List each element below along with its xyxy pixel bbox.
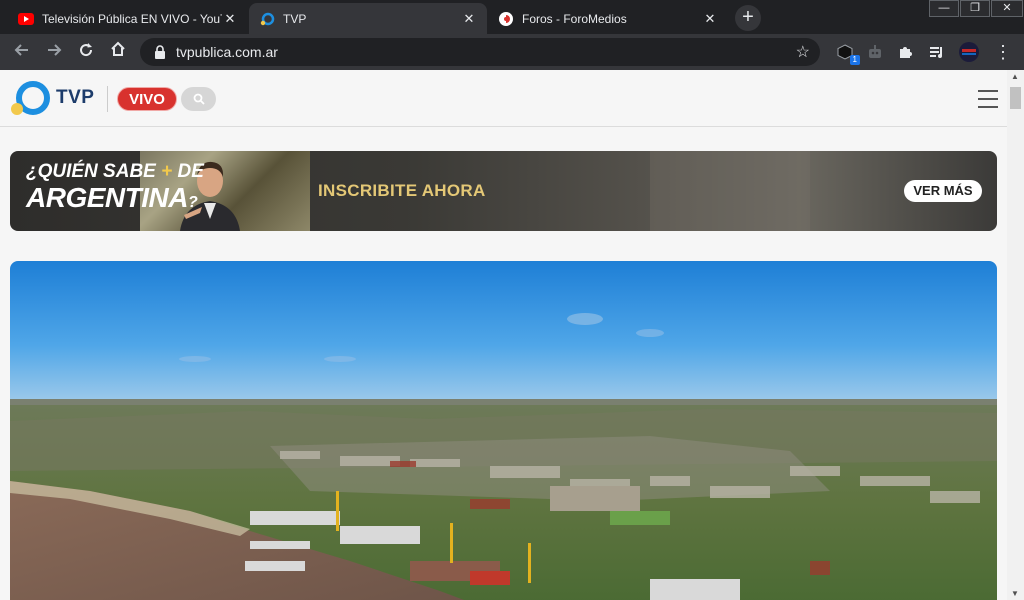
menu-kebab-icon[interactable]: ⋮ bbox=[992, 41, 1014, 63]
window-controls: — ❐ ✕ bbox=[928, 0, 1023, 18]
foromedios-icon bbox=[498, 11, 514, 27]
tab-title: Televisión Pública EN VIVO - YouTube bbox=[42, 11, 222, 26]
scroll-down-arrow-icon[interactable]: ▼ bbox=[1011, 589, 1019, 598]
banner-title-line2: ARGENTINA bbox=[26, 182, 188, 213]
tvp-icon bbox=[259, 11, 275, 27]
banner-plus: + bbox=[161, 161, 173, 182]
new-tab-button[interactable]: + bbox=[735, 5, 761, 31]
extension-robot-icon[interactable] bbox=[864, 41, 886, 63]
media-queue-icon[interactable] bbox=[926, 41, 948, 63]
logo-text: TVP bbox=[56, 87, 95, 108]
hero-image[interactable] bbox=[10, 261, 997, 600]
close-tab-icon[interactable]: ✕ bbox=[461, 11, 477, 27]
browser-toolbar: tvpublica.com.ar ☆ 1 ⋮ bbox=[0, 34, 1024, 70]
ver-mas-button[interactable]: VER MÁS bbox=[904, 180, 982, 202]
lock-icon bbox=[155, 45, 165, 59]
forward-button[interactable] bbox=[42, 40, 66, 64]
site-header: TVP VIVO bbox=[0, 70, 1007, 127]
tab-strip: Televisión Pública EN VIVO - YouTube ✕ T… bbox=[0, 0, 1024, 34]
back-button[interactable] bbox=[10, 40, 34, 64]
close-window-button[interactable]: ✕ bbox=[991, 0, 1023, 17]
extension-badge: 1 bbox=[849, 55, 860, 65]
banner-title: ¿QUIÉN SABE + DE ARGENTINA? bbox=[26, 161, 204, 218]
scroll-up-arrow-icon[interactable]: ▲ bbox=[1011, 72, 1019, 81]
logo-divider bbox=[107, 86, 108, 112]
extensions-puzzle-icon[interactable] bbox=[894, 41, 916, 63]
banner-background-image bbox=[650, 151, 810, 231]
profile-avatar[interactable] bbox=[958, 41, 980, 63]
banner-title-de: DE bbox=[177, 161, 204, 182]
reload-icon bbox=[80, 43, 93, 57]
url-text: tvpublica.com.ar bbox=[176, 44, 278, 60]
tab-title: TVP bbox=[283, 11, 307, 26]
close-tab-icon[interactable]: ✕ bbox=[222, 11, 238, 27]
banner-title-question: ? bbox=[187, 194, 198, 211]
close-tab-icon[interactable]: ✕ bbox=[702, 11, 718, 27]
scroll-thumb[interactable] bbox=[1010, 87, 1021, 109]
banner-cta-text: INSCRIBITE AHORA bbox=[318, 181, 486, 200]
bookmark-star-icon[interactable]: ☆ bbox=[796, 42, 810, 62]
page-scrollbar[interactable]: ▲ ▼ bbox=[1007, 70, 1024, 600]
youtube-icon bbox=[18, 11, 34, 27]
search-button[interactable] bbox=[181, 87, 216, 111]
tab-title: Foros - ForoMedios bbox=[522, 11, 627, 26]
tvp-logo-icon bbox=[11, 81, 50, 115]
aerial-city-photo bbox=[10, 261, 997, 600]
restore-button[interactable]: ❐ bbox=[960, 0, 990, 17]
home-button[interactable] bbox=[106, 40, 130, 64]
extension-cube-icon[interactable]: 1 bbox=[834, 41, 860, 65]
search-icon bbox=[193, 93, 205, 105]
forward-arrow-icon bbox=[48, 44, 62, 56]
vivo-button[interactable]: VIVO bbox=[117, 87, 177, 111]
tab-youtube[interactable]: Televisión Pública EN VIVO - YouTube ✕ bbox=[8, 3, 248, 34]
tab-foromedios[interactable]: Foros - ForoMedios ✕ bbox=[488, 3, 728, 34]
minimize-button[interactable]: — bbox=[929, 0, 959, 17]
back-arrow-icon bbox=[14, 44, 28, 56]
home-icon bbox=[111, 41, 125, 56]
banner-title-line1: ¿QUIÉN SABE bbox=[26, 161, 156, 182]
promo-banner[interactable]: ¿QUIÉN SABE + DE ARGENTINA? INSCRIBITE A… bbox=[10, 151, 997, 231]
reload-button[interactable] bbox=[74, 40, 98, 64]
tab-tvp[interactable]: TVP ✕ bbox=[249, 3, 487, 34]
web-page: TVP VIVO ¿QUIÉN SABE + DE ARGENTINA? INS… bbox=[0, 70, 1007, 600]
hamburger-menu-icon[interactable] bbox=[978, 90, 998, 108]
tvp-logo[interactable]: TVP bbox=[10, 80, 94, 116]
address-bar[interactable]: tvpublica.com.ar ☆ bbox=[140, 38, 820, 66]
